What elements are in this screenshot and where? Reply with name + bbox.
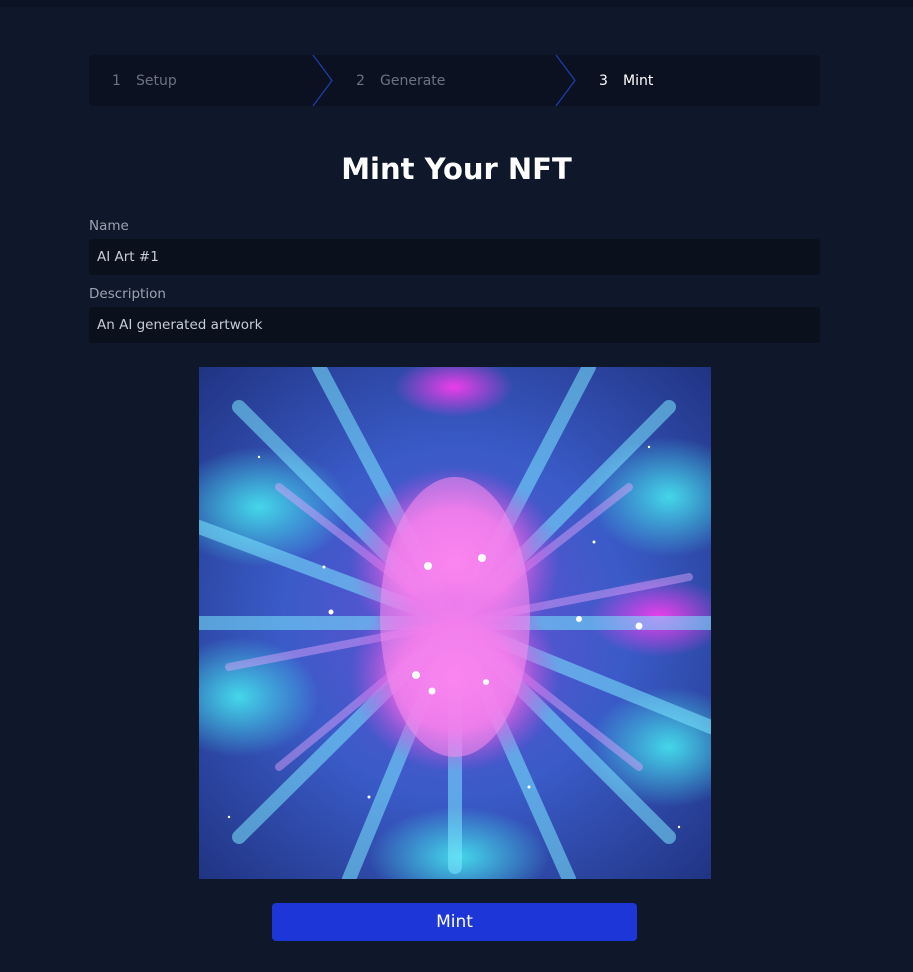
description-label: Description <box>89 286 166 302</box>
mint-button[interactable]: Mint <box>272 903 637 941</box>
chevron-right-icon <box>555 55 576 106</box>
step-mint[interactable]: 3 Mint <box>599 55 653 106</box>
stepper: 1 Setup 2 Generate 3 Mint <box>89 55 820 106</box>
description-field[interactable] <box>89 307 820 343</box>
name-field[interactable] <box>89 239 820 275</box>
step-label: Mint <box>623 72 654 89</box>
step-generate[interactable]: 2 Generate <box>356 55 445 106</box>
top-bar <box>0 0 913 7</box>
step-label: Generate <box>380 72 446 89</box>
generated-artwork-image <box>199 367 711 879</box>
step-number: 2 <box>356 72 365 89</box>
step-number: 1 <box>112 72 121 89</box>
chevron-right-icon <box>312 55 333 106</box>
step-number: 3 <box>599 72 608 89</box>
page-title: Mint Your NFT <box>341 152 572 186</box>
name-label: Name <box>89 218 129 234</box>
step-label: Setup <box>136 72 177 89</box>
step-setup[interactable]: 1 Setup <box>112 55 177 106</box>
